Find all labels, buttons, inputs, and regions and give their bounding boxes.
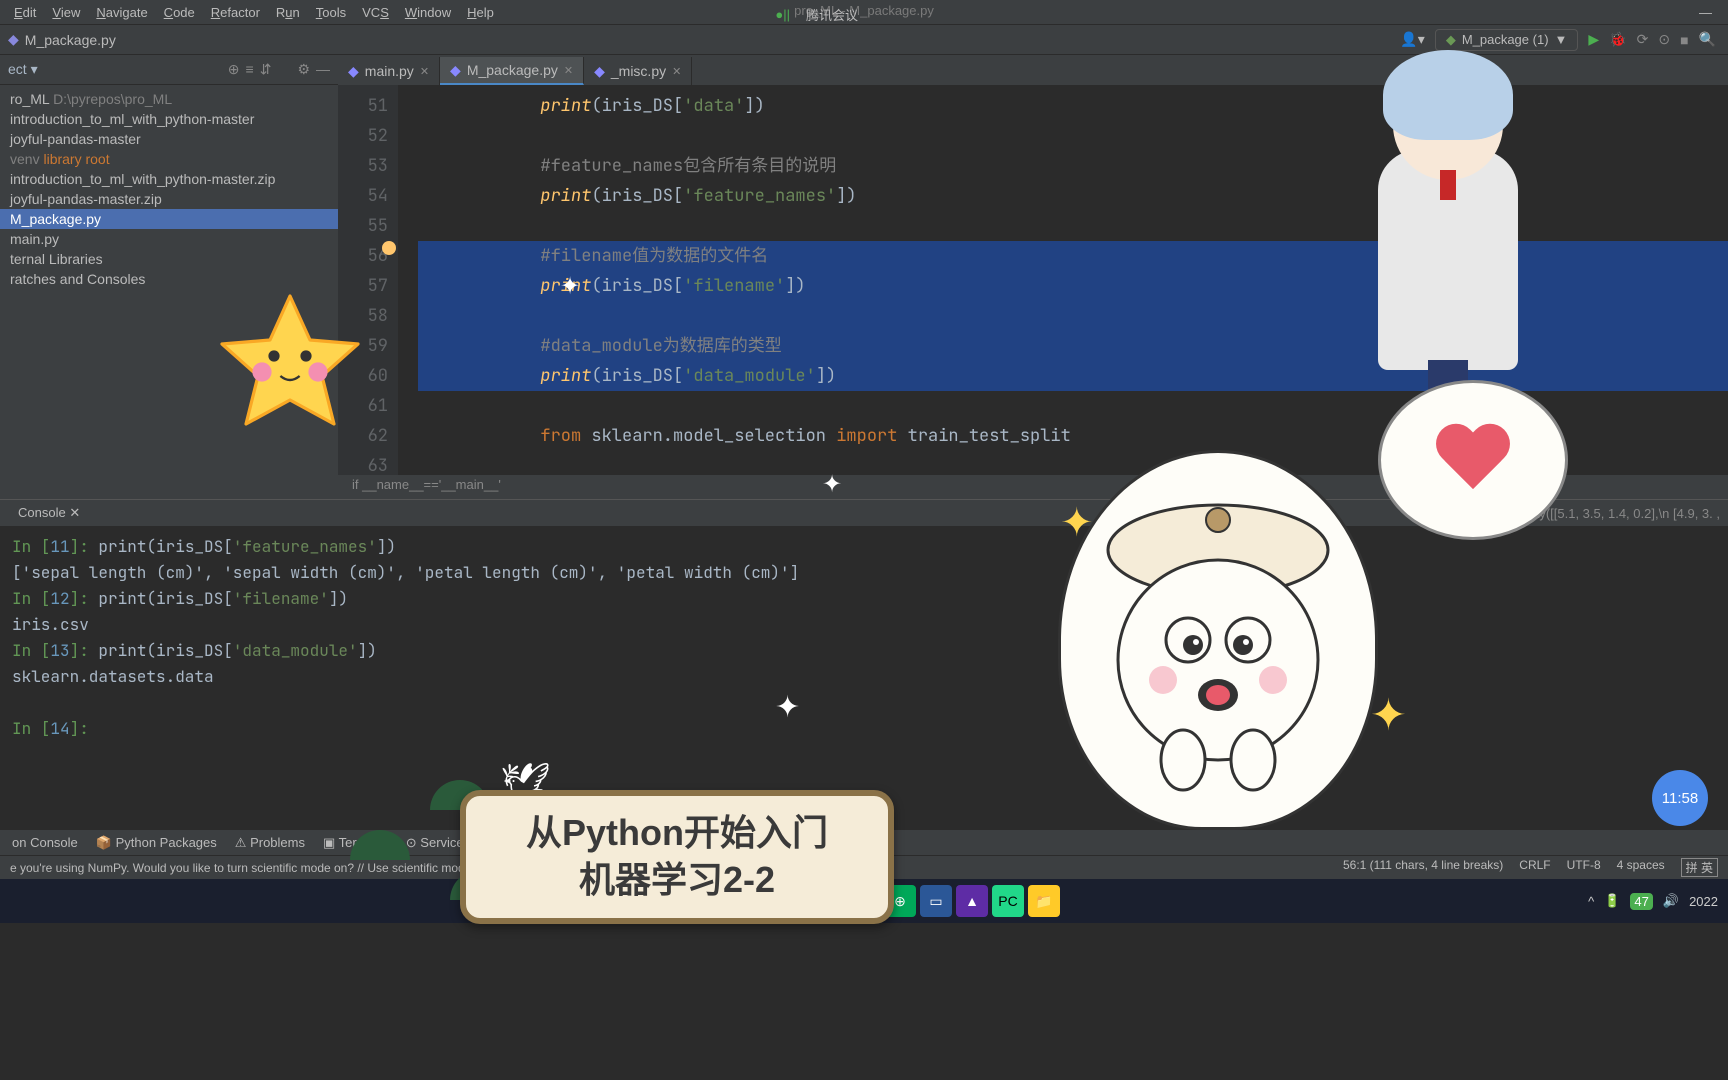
console-tabs: Console ✕ data': array([[5.1, 3.5, 1.4, … bbox=[0, 500, 1728, 526]
console-panel: Console ✕ data': array([[5.1, 3.5, 1.4, … bbox=[0, 499, 1728, 829]
tree-item-file[interactable]: main.py bbox=[0, 229, 338, 249]
console-tab[interactable]: Console ✕ bbox=[8, 503, 90, 523]
console-hint: data': array([[5.1, 3.5, 1.4, 0.2],\n [4… bbox=[1481, 506, 1720, 521]
nav-breadcrumb[interactable]: M_package.py bbox=[25, 32, 116, 48]
editor-area: ◆ main.py ✕ ◆ M_package.py ✕ ◆ _misc.py … bbox=[338, 55, 1728, 499]
title-banner-overlay: 从Python开始入门 机器学习2-2 bbox=[460, 790, 894, 924]
console-body[interactable]: In [11]: print(iris_DS['feature_names'])… bbox=[0, 526, 1728, 750]
expand-icon[interactable]: ⇵ bbox=[260, 61, 272, 78]
menu-tools[interactable]: Tools bbox=[310, 3, 352, 22]
menubar: Edit View Navigate Code Refactor Run Too… bbox=[0, 0, 1728, 25]
app-icon[interactable]: ▲ bbox=[956, 885, 988, 917]
banner-line2: 机器学习2-2 bbox=[526, 857, 828, 904]
code-breadcrumb[interactable]: if __name__=='__main__' bbox=[338, 475, 1728, 499]
project-label[interactable]: ect ▾ bbox=[8, 61, 38, 78]
collapse-icon[interactable]: ≡ bbox=[246, 61, 254, 78]
tray-chevron-icon[interactable]: ^ bbox=[1588, 894, 1594, 909]
tree-item-venv[interactable]: venv library root bbox=[0, 149, 338, 169]
target-icon[interactable]: ⊕ bbox=[228, 61, 240, 78]
python-icon: ◆ bbox=[1446, 32, 1456, 48]
tab-terminal[interactable]: ▣ Terminal bbox=[323, 835, 388, 851]
tab-python-packages[interactable]: 📦 Python Packages bbox=[96, 835, 217, 851]
timer-badge[interactable]: 11:58 bbox=[1652, 770, 1708, 826]
run-coverage-button[interactable]: ⟳ bbox=[1637, 31, 1649, 48]
wifi-icon[interactable]: 47 bbox=[1630, 893, 1652, 910]
menu-refactor[interactable]: Refactor bbox=[205, 3, 266, 22]
battery-icon[interactable]: 🔋 bbox=[1604, 893, 1620, 909]
encoding[interactable]: UTF-8 bbox=[1567, 858, 1601, 877]
editor-tabs: ◆ main.py ✕ ◆ M_package.py ✕ ◆ _misc.py … bbox=[338, 55, 1728, 85]
close-icon[interactable]: ✕ bbox=[672, 65, 681, 78]
system-tray[interactable]: ^ 🔋 47 🔊 2022 bbox=[1588, 893, 1718, 910]
tree-item-dir[interactable]: joyful-pandas-master bbox=[0, 129, 338, 149]
run-config-selector[interactable]: ◆ M_package (1) ▼ bbox=[1435, 29, 1579, 51]
close-icon[interactable]: ✕ bbox=[420, 65, 429, 78]
tab-problems[interactable]: ⚠ Problems bbox=[235, 835, 305, 851]
app-icon[interactable]: ▭ bbox=[920, 885, 952, 917]
scratches[interactable]: ratches and Consoles bbox=[0, 269, 338, 289]
minimize-icon[interactable]: — bbox=[1693, 3, 1718, 22]
gutter: 51525354555657585960616263 bbox=[338, 85, 398, 475]
tree-item-dir[interactable]: introduction_to_ml_with_python-master bbox=[0, 109, 338, 129]
gear-icon[interactable]: ⚙ bbox=[297, 61, 310, 78]
tab-main[interactable]: ◆ main.py ✕ bbox=[338, 57, 440, 85]
cursor-position[interactable]: 56:1 (111 chars, 4 line breaks) bbox=[1343, 858, 1503, 877]
hide-icon[interactable]: — bbox=[316, 61, 330, 78]
tab-services[interactable]: ⊙ Service bbox=[406, 835, 464, 851]
python-icon: ◆ bbox=[450, 62, 461, 79]
indent[interactable]: 4 spaces bbox=[1617, 858, 1665, 877]
menu-window[interactable]: Window bbox=[399, 3, 457, 22]
tree-item-file[interactable]: introduction_to_ml_with_python-master.zi… bbox=[0, 169, 338, 189]
menu-run[interactable]: Run bbox=[270, 3, 306, 22]
app-icon[interactable]: 📁 bbox=[1028, 885, 1060, 917]
code-content[interactable]: print(iris_DS['data']) #feature_names包含所… bbox=[398, 85, 1728, 475]
clock[interactable]: 2022 bbox=[1689, 894, 1718, 909]
volume-icon[interactable]: 🔊 bbox=[1663, 893, 1679, 909]
user-icon[interactable]: 👤▾ bbox=[1400, 31, 1424, 48]
main-layout: ect ▾ ⊕ ≡ ⇵ ⚙ — ro_ML D:\pyrepos\pro_ML … bbox=[0, 55, 1728, 499]
menu-view[interactable]: View bbox=[46, 3, 86, 22]
menu-help[interactable]: Help bbox=[461, 3, 500, 22]
search-button[interactable]: 🔍 bbox=[1699, 31, 1716, 48]
stop-button[interactable]: ■ bbox=[1680, 32, 1688, 48]
python-icon: ◆ bbox=[348, 63, 359, 80]
tab-mpackage[interactable]: ◆ M_package.py ✕ bbox=[440, 57, 584, 85]
lightbulb-icon[interactable] bbox=[382, 241, 396, 255]
run-button[interactable]: ▶ bbox=[1588, 31, 1599, 48]
project-sidebar: ect ▾ ⊕ ≡ ⇵ ⚙ — ro_ML D:\pyrepos\pro_ML … bbox=[0, 55, 338, 499]
debug-button[interactable]: 🐞 bbox=[1609, 31, 1626, 48]
tab-python-console[interactable]: on Console bbox=[12, 835, 78, 850]
pycharm-icon[interactable]: PC bbox=[992, 885, 1024, 917]
close-icon[interactable]: ✕ bbox=[564, 64, 573, 77]
line-separator[interactable]: CRLF bbox=[1519, 858, 1550, 877]
project-root[interactable]: ro_ML D:\pyrepos\pro_ML bbox=[0, 89, 338, 109]
tree-item-file[interactable]: joyful-pandas-master.zip bbox=[0, 189, 338, 209]
menu-vcs[interactable]: VCS bbox=[356, 3, 395, 22]
banner-line1: 从Python开始入门 bbox=[526, 810, 828, 857]
project-tree[interactable]: ro_ML D:\pyrepos\pro_ML introduction_to_… bbox=[0, 85, 338, 499]
tree-item-selected[interactable]: M_package.py bbox=[0, 209, 338, 229]
python-icon: ◆ bbox=[594, 63, 605, 80]
chevron-down-icon: ▼ bbox=[1555, 32, 1568, 47]
menu-edit[interactable]: Edit bbox=[8, 3, 42, 22]
tab-misc[interactable]: ◆ _misc.py ✕ bbox=[584, 57, 692, 85]
menu-code[interactable]: Code bbox=[158, 3, 201, 22]
code-editor[interactable]: 51525354555657585960616263 print(iris_DS… bbox=[338, 85, 1728, 475]
profile-button[interactable]: ⊙ bbox=[1658, 31, 1670, 48]
file-icon: ◆ bbox=[8, 31, 19, 48]
external-libraries[interactable]: ternal Libraries bbox=[0, 249, 338, 269]
titlebar-extra: ●|| 腾讯会议 bbox=[769, 3, 864, 26]
toolbar: ◆ M_package.py 👤▾ ◆ M_package (1) ▼ ▶ 🐞 … bbox=[0, 25, 1728, 55]
menu-navigate[interactable]: Navigate bbox=[90, 3, 153, 22]
ime-indicator[interactable]: 拼 英 bbox=[1681, 858, 1718, 877]
